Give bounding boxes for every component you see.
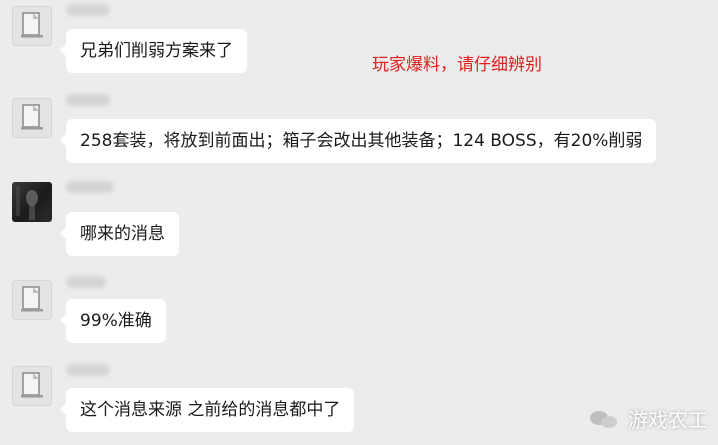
avatar[interactable] [12,98,52,138]
nickname-blurred [66,94,110,106]
nickname-blurred [66,181,114,193]
message-bubble[interactable]: 99%准确 [60,299,166,343]
message-bubble[interactable]: 兄弟们削弱方案来了 [60,29,247,73]
wechat-logo-icon [590,409,620,429]
message-bubble[interactable]: 这个消息来源 之前给的消息都中了 [59,388,355,432]
default-avatar-icon [21,372,43,398]
avatar[interactable] [12,280,52,320]
chat-area: 兄弟们削弱方案来了 258套装，将放到前面出；箱子会改出其他装备；124 BOS… [0,0,718,445]
default-avatar-icon [21,104,43,130]
avatar[interactable] [12,366,52,406]
red-annotation-text: 玩家爆料，请仔细辨别 [372,55,542,75]
photo-avatar-icon [16,186,38,220]
avatar[interactable] [12,6,52,46]
default-avatar-icon [21,12,43,38]
avatar[interactable] [12,182,52,222]
nickname-blurred [66,364,110,376]
message-bubble[interactable]: 258套装，将放到前面出；箱子会改出其他装备；124 BOSS，有20%削弱 [59,119,657,163]
default-avatar-icon [21,286,43,312]
nickname-blurred [66,276,106,288]
message-bubble[interactable]: 哪来的消息 [60,212,179,256]
watermark-text: 游戏农工 [628,408,708,432]
nickname-blurred [66,4,110,16]
watermark: 游戏农工 [590,404,708,433]
